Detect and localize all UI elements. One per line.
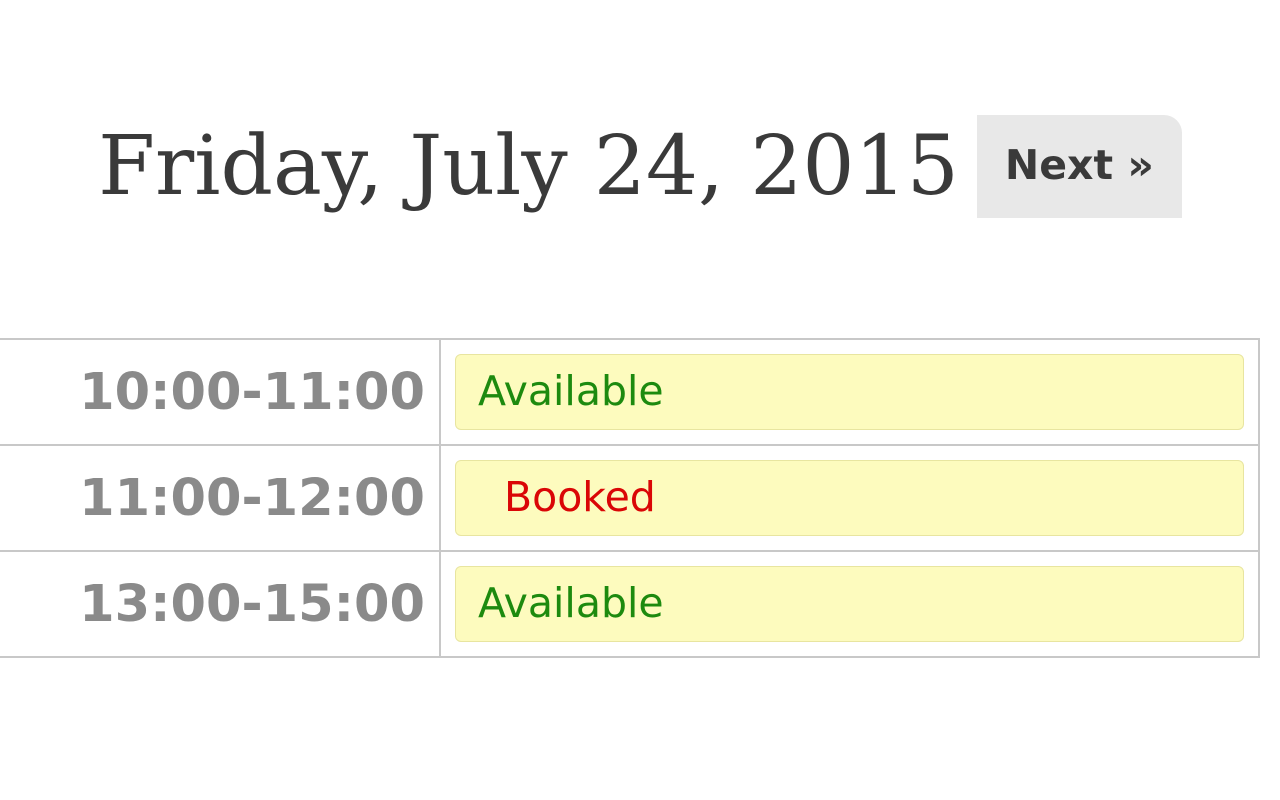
- table-row: 11:00-12:00 Booked: [0, 445, 1259, 551]
- slot-available[interactable]: Available: [455, 566, 1244, 642]
- next-button[interactable]: Next »: [977, 115, 1182, 218]
- status-cell: Available: [440, 551, 1259, 657]
- table-row: 13:00-15:00 Available: [0, 551, 1259, 657]
- time-range: 10:00-11:00: [0, 339, 440, 445]
- status-text: Available: [478, 367, 664, 415]
- status-text: Available: [478, 579, 664, 627]
- time-range: 13:00-15:00: [0, 551, 440, 657]
- header: Friday, July 24, 2015 Next »: [0, 0, 1280, 338]
- date-title: Friday, July 24, 2015: [98, 119, 959, 214]
- table-row: 10:00-11:00 Available: [0, 339, 1259, 445]
- slot-booked[interactable]: Booked: [455, 460, 1244, 536]
- slot-available[interactable]: Available: [455, 354, 1244, 430]
- status-cell: Booked: [440, 445, 1259, 551]
- status-cell: Available: [440, 339, 1259, 445]
- status-text: Booked: [504, 473, 656, 521]
- schedule-table: 10:00-11:00 Available 11:00-12:00 Booked…: [0, 338, 1260, 658]
- time-range: 11:00-12:00: [0, 445, 440, 551]
